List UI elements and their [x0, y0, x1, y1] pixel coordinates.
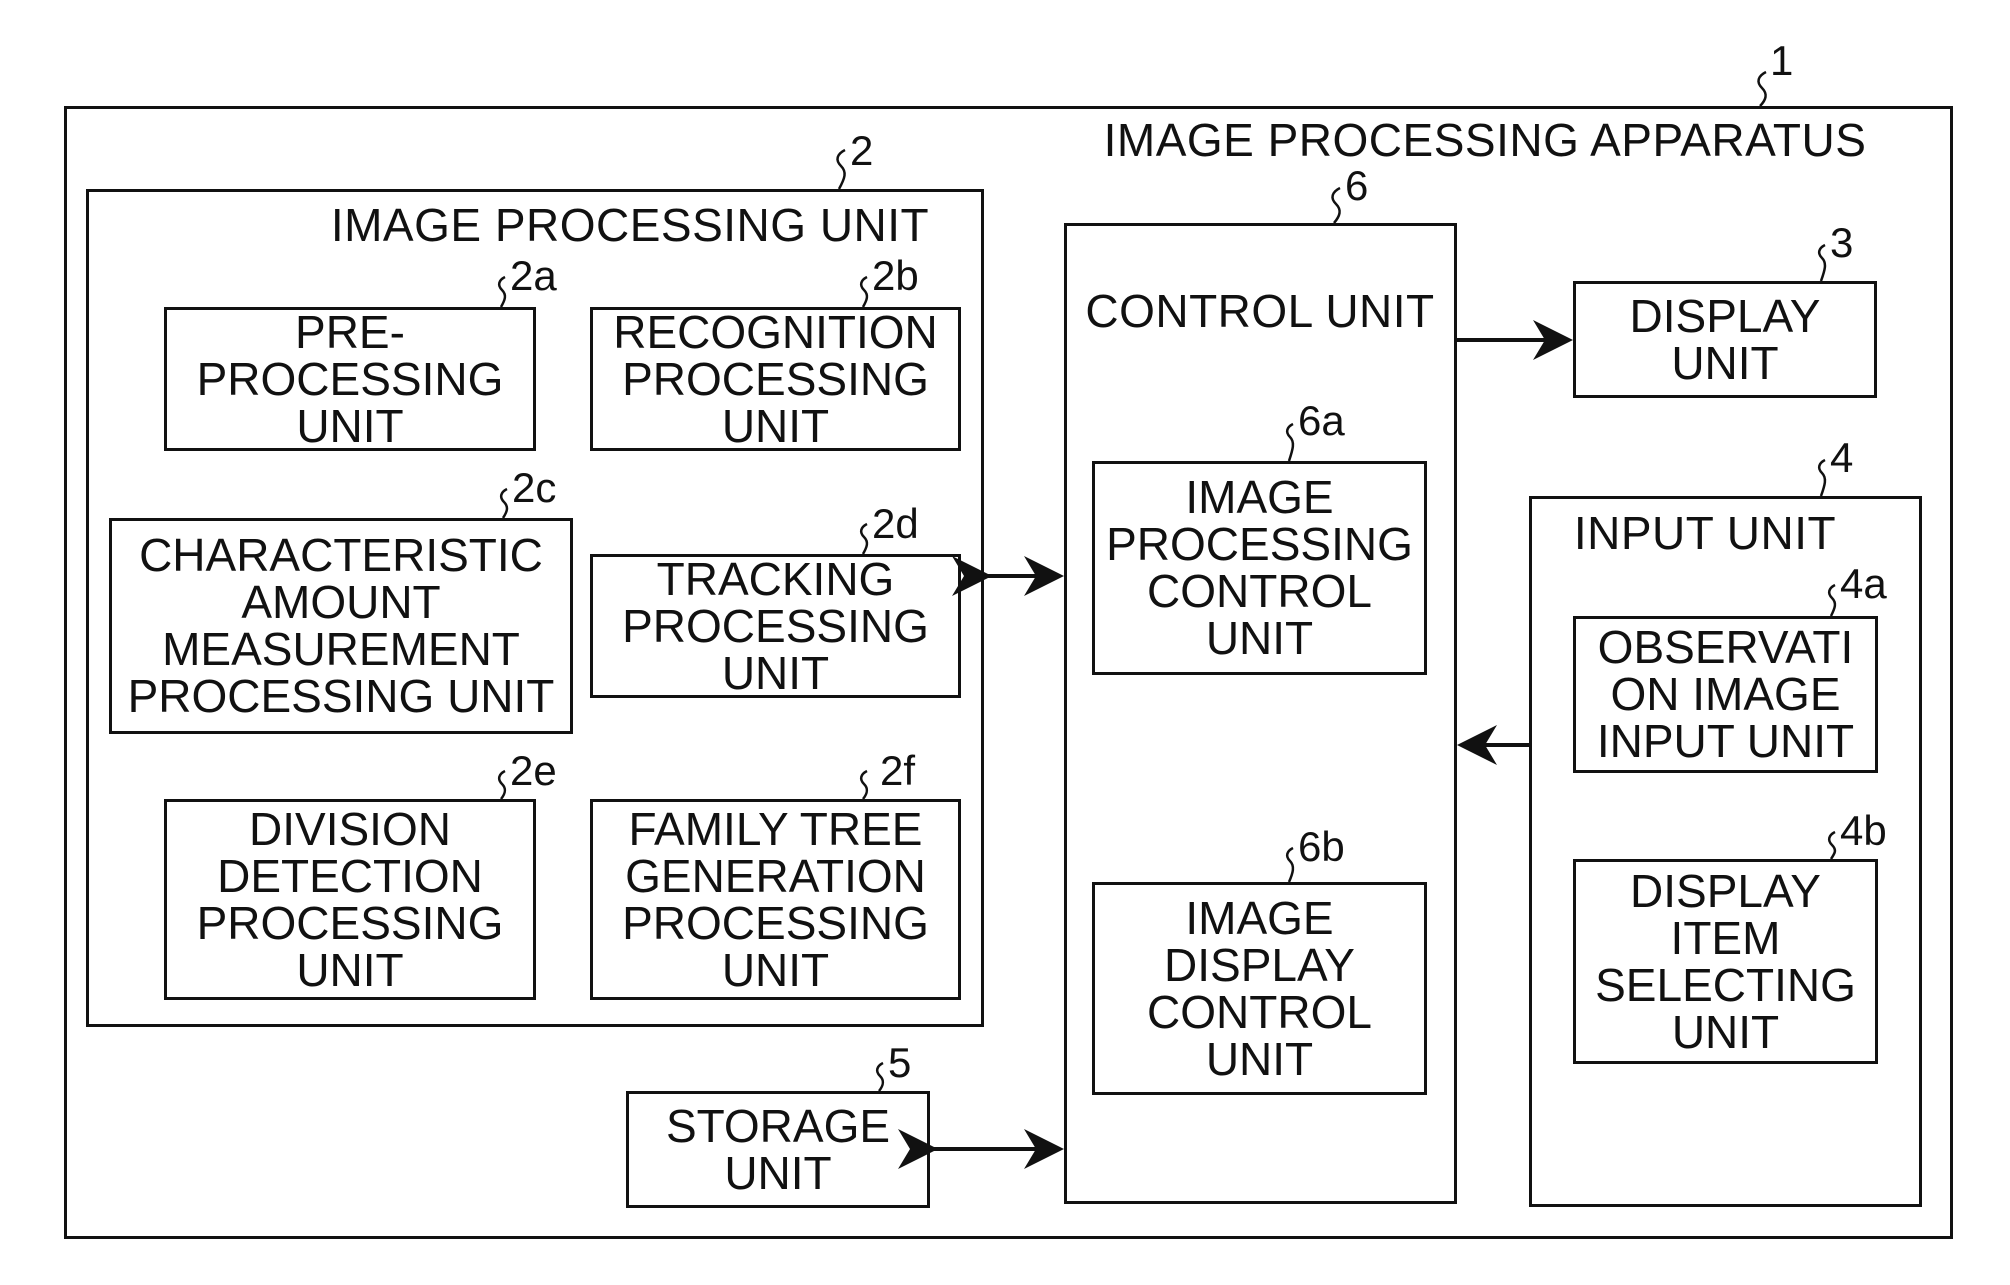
leader-5	[875, 1061, 885, 1092]
leader-2a	[497, 275, 507, 308]
connectors	[497, 70, 1837, 1169]
leader-2f	[859, 769, 869, 800]
leader-4	[1817, 458, 1827, 497]
leader-2	[836, 148, 846, 190]
leader-2e	[497, 769, 507, 800]
leader-1	[1757, 70, 1767, 107]
leader-2c	[499, 487, 509, 519]
leader-6b	[1285, 846, 1295, 883]
leader-4b	[1827, 830, 1837, 860]
leader-3	[1817, 243, 1827, 282]
leader-2d	[859, 522, 869, 555]
leader-2b	[859, 275, 869, 308]
leader-6a	[1285, 422, 1295, 462]
leader-4a	[1827, 583, 1837, 617]
leader-6	[1331, 186, 1341, 224]
